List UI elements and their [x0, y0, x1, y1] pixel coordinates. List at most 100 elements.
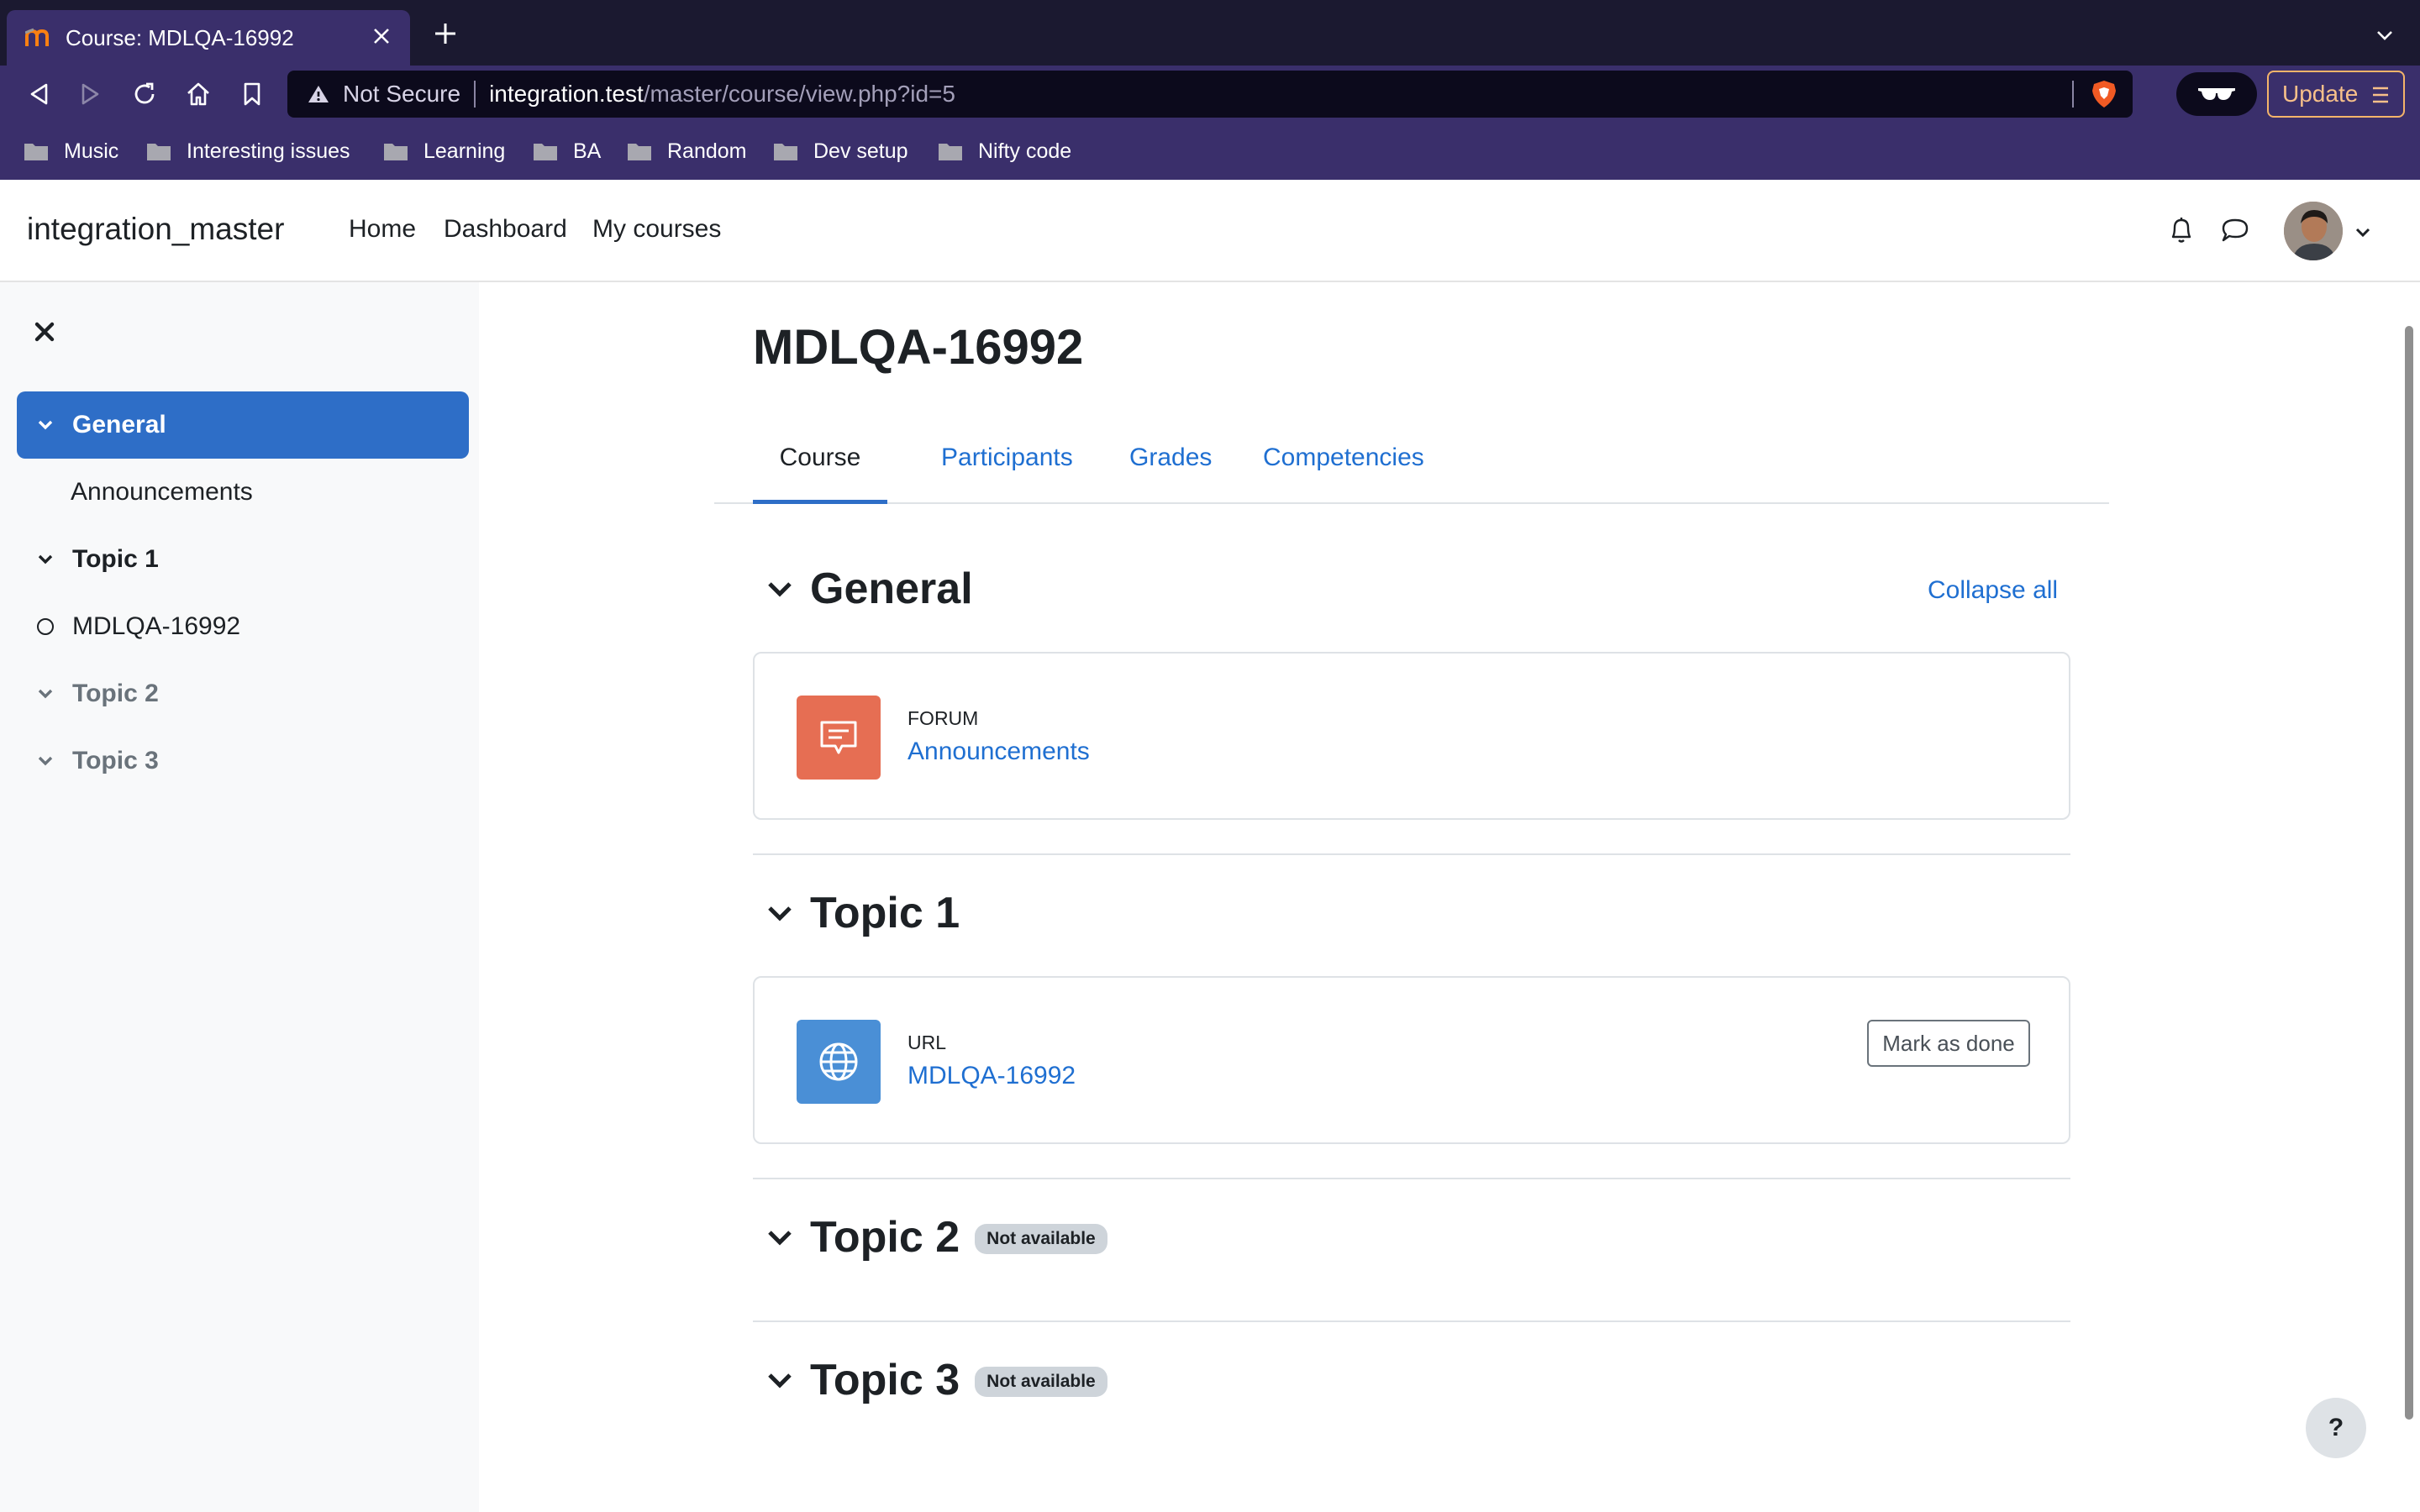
- update-button[interactable]: Update: [2267, 71, 2405, 118]
- browser-tab[interactable]: Course: MDLQA-16992: [7, 10, 410, 66]
- section-header-topic-3: Topic 3 Not available: [756, 1351, 1107, 1410]
- bookmark-folder[interactable]: Dev setup: [773, 134, 908, 168]
- url-host: integration.test: [489, 81, 644, 107]
- url-path: /master/course/view.php?id=5: [643, 81, 955, 107]
- collapse-all-link[interactable]: Collapse all: [1928, 576, 2058, 605]
- address-bar[interactable]: Not Secure integration.test/master/cours…: [287, 71, 2133, 118]
- bookmark-folder[interactable]: Music: [24, 134, 118, 168]
- course-index-drawer: General Announcements Topic 1 MDLQA-1699…: [0, 282, 479, 1512]
- section-title[interactable]: Topic 3: [810, 1355, 960, 1405]
- folder-icon: [938, 141, 963, 161]
- close-tab-icon[interactable]: [366, 24, 397, 52]
- forum-icon[interactable]: [797, 696, 881, 780]
- new-tab-icon[interactable]: [429, 18, 462, 52]
- section-title[interactable]: Topic 1: [810, 888, 960, 938]
- tab-title: Course: MDLQA-16992: [66, 24, 294, 50]
- folder-icon: [146, 141, 171, 161]
- section-title[interactable]: General: [810, 564, 973, 614]
- tab-list-chevron-icon[interactable]: [2375, 25, 2395, 45]
- close-drawer-icon[interactable]: [30, 318, 59, 346]
- address-separator: [474, 81, 476, 108]
- course-index-label: Topic 1: [72, 545, 159, 573]
- brave-shields-icon[interactable]: [2089, 79, 2119, 109]
- messages-chat-icon[interactable]: [2217, 212, 2254, 249]
- activity-link[interactable]: Announcements: [908, 738, 1090, 766]
- nav-my-courses-link[interactable]: My courses: [592, 215, 721, 244]
- reader-mode-glasses-icon[interactable]: [2176, 72, 2257, 116]
- chevron-down-icon[interactable]: [756, 559, 810, 618]
- course-index-section-topic-1[interactable]: Topic 1: [17, 526, 469, 593]
- security-status[interactable]: Not Secure: [343, 81, 460, 108]
- tab-participants[interactable]: Participants: [914, 437, 1100, 504]
- not-available-badge: Not available: [975, 1224, 1107, 1254]
- notifications-bell-icon[interactable]: [2163, 212, 2200, 249]
- globe-icon[interactable]: [797, 1020, 881, 1104]
- course-tabs: Course Participants Grades Competencies: [714, 423, 2109, 504]
- nav-home-link[interactable]: Home: [349, 215, 416, 244]
- update-label: Update: [2282, 81, 2359, 107]
- chevron-down-icon[interactable]: [35, 415, 55, 435]
- bookmark-folder[interactable]: BA: [533, 134, 601, 168]
- completion-circle-icon: [37, 618, 54, 635]
- tab-competencies[interactable]: Competencies: [1236, 437, 1451, 504]
- tab-course[interactable]: Course: [753, 437, 887, 504]
- section-title[interactable]: Topic 2: [810, 1212, 960, 1263]
- activity-card-url: URL MDLQA-16992 Mark as done: [753, 976, 2070, 1144]
- section-divider: [753, 1320, 2070, 1322]
- bookmark-label: Learning: [424, 139, 506, 163]
- user-avatar[interactable]: [2284, 202, 2343, 260]
- folder-icon: [533, 141, 558, 161]
- site-name[interactable]: integration_master: [27, 212, 284, 247]
- course-index-activity-announcements[interactable]: Announcements: [17, 459, 469, 526]
- chevron-down-icon[interactable]: [35, 549, 55, 570]
- course-index-label: Topic 3: [72, 747, 159, 774]
- bookmark-icon[interactable]: [235, 77, 269, 111]
- bookmarks-bar: Music Interesting issues Learning BA Ran…: [0, 123, 2420, 180]
- warning-icon[interactable]: [306, 81, 331, 107]
- bookmark-label: Random: [667, 139, 747, 163]
- help-button[interactable]: ?: [2306, 1398, 2366, 1458]
- section-header-general: General: [756, 559, 973, 618]
- activity-card-forum: FORUM Announcements: [753, 652, 2070, 820]
- mark-as-done-button[interactable]: Mark as done: [1867, 1020, 2030, 1067]
- chevron-down-icon[interactable]: [35, 684, 55, 704]
- folder-icon: [773, 141, 798, 161]
- user-menu-chevron-icon[interactable]: [2353, 222, 2373, 242]
- activity-type: FORUM: [908, 707, 979, 729]
- chevron-down-icon[interactable]: [756, 1208, 810, 1267]
- back-icon[interactable]: [22, 77, 55, 111]
- page-scrollbar[interactable]: [2405, 326, 2413, 1420]
- home-icon[interactable]: [182, 77, 215, 111]
- address-separator: [2072, 81, 2074, 108]
- bookmark-folder[interactable]: Learning: [383, 134, 505, 168]
- activity-type: URL: [908, 1032, 947, 1053]
- activity-link[interactable]: MDLQA-16992: [908, 1062, 1076, 1090]
- page-title: MDLQA-16992: [753, 320, 1084, 375]
- course-index-section-topic-2[interactable]: Topic 2: [17, 660, 469, 727]
- forward-icon[interactable]: [74, 77, 108, 111]
- moodle-favicon-icon: [25, 25, 54, 50]
- folder-icon: [383, 141, 408, 161]
- tab-grades[interactable]: Grades: [1102, 437, 1239, 504]
- course-index-label: Announcements: [71, 478, 253, 506]
- course-index-label: MDLQA-16992: [72, 612, 241, 640]
- reload-icon[interactable]: [128, 77, 161, 111]
- section-header-topic-2: Topic 2 Not available: [756, 1208, 1107, 1267]
- hamburger-menu-icon[interactable]: [2371, 84, 2390, 104]
- chevron-down-icon[interactable]: [35, 751, 55, 771]
- course-index-section-general[interactable]: General: [17, 391, 469, 459]
- chevron-down-icon[interactable]: [756, 1351, 810, 1410]
- course-index-label: Topic 2: [72, 680, 159, 707]
- nav-dashboard-link[interactable]: Dashboard: [444, 215, 567, 244]
- bookmark-folder[interactable]: Interesting issues: [146, 134, 350, 168]
- course-index-activity-mdlqa-16992[interactable]: MDLQA-16992: [17, 593, 469, 660]
- bookmark-label: Interesting issues: [187, 139, 350, 163]
- bookmark-folder[interactable]: Random: [627, 134, 747, 168]
- not-available-badge: Not available: [975, 1367, 1107, 1397]
- course-index-section-topic-3[interactable]: Topic 3: [17, 727, 469, 795]
- bookmark-label: Music: [64, 139, 119, 163]
- course-index-label: General: [72, 411, 166, 438]
- chevron-down-icon[interactable]: [756, 884, 810, 942]
- browser-tab-strip: Course: MDLQA-16992: [0, 0, 2420, 66]
- bookmark-folder[interactable]: Nifty code: [938, 134, 1071, 168]
